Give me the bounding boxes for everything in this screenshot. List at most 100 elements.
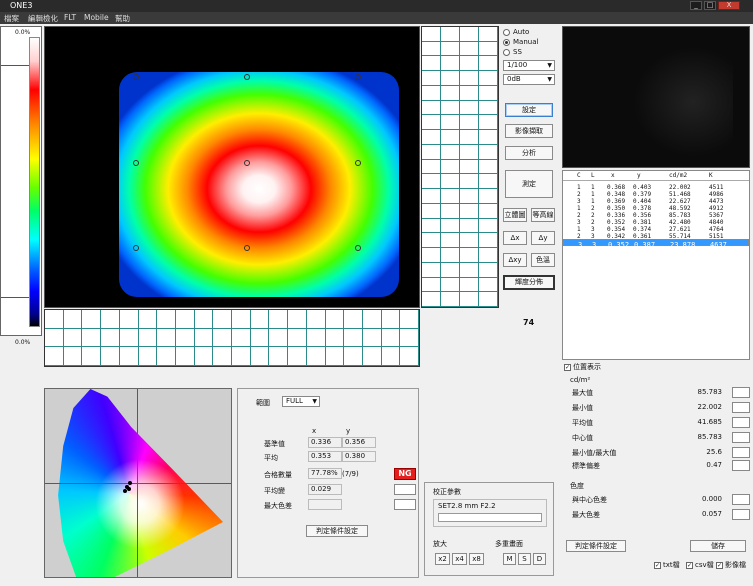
measure-point[interactable] xyxy=(133,74,139,80)
shutter-select[interactable]: 1/100 ▼ xyxy=(503,60,555,71)
grid-cell xyxy=(460,130,479,145)
close-button[interactable]: X xyxy=(718,1,740,10)
judge-settings-button[interactable]: 判定條件設定 xyxy=(566,540,626,552)
measure-point[interactable] xyxy=(244,74,250,80)
grid-cell xyxy=(479,41,498,57)
scale-gradient-bar xyxy=(29,37,40,327)
grid-cell xyxy=(175,310,195,329)
calibration-box: SET2.8 mm F2.2 xyxy=(433,499,547,527)
position-display-checkbox[interactable]: ✓ 位置表示 xyxy=(564,362,601,372)
grid-cell xyxy=(157,347,176,366)
measure-point[interactable] xyxy=(133,245,139,251)
reference-label: 基準值 xyxy=(264,440,285,448)
menu-flt[interactable]: FLT xyxy=(64,13,76,22)
table-row[interactable]: 3 1 0.369 0.404 22.627 4473 xyxy=(563,197,749,205)
chevron-down-icon: ▼ xyxy=(547,76,552,83)
measurement-table[interactable]: C L x y cd/m2 K 1 1 0.368 0.403 22.002 4511 2 1… xyxy=(562,170,750,360)
measure-point[interactable] xyxy=(355,160,361,166)
grid-cell xyxy=(441,100,460,116)
grid-cell xyxy=(441,218,460,234)
judge-settings-button[interactable]: 判定條件設定 xyxy=(306,525,368,537)
check-icon: ✓ xyxy=(716,561,723,569)
gain-select[interactable]: 0dB ▼ xyxy=(503,74,555,85)
menu-mobile[interactable]: Mobile xyxy=(84,13,109,22)
capture-image-button[interactable]: 影像擷取 xyxy=(505,124,553,138)
maximize-button[interactable]: □ xyxy=(704,1,716,10)
grid-cell xyxy=(441,174,460,190)
range-select[interactable]: FULL ▼ xyxy=(282,396,320,407)
settings-button[interactable]: 設定 xyxy=(505,103,553,117)
counter-value: 74 xyxy=(523,318,535,327)
image-checkbox[interactable]: ✓ 影像檔 xyxy=(716,560,746,570)
camera-image xyxy=(633,47,733,157)
measure-point[interactable] xyxy=(355,74,361,80)
save-button[interactable]: 儲存 xyxy=(690,540,746,552)
multi-d-button[interactable]: D xyxy=(533,553,546,565)
stat-indicator xyxy=(732,509,750,520)
delta-xy-button[interactable]: Δxy xyxy=(503,253,527,267)
grid-cell xyxy=(460,85,479,101)
table-row[interactable]: 1 3 0.354 0.374 27.621 4764 xyxy=(563,225,749,233)
txt-label: txt檔 xyxy=(663,561,680,569)
grid-cell xyxy=(63,328,83,348)
multi-m-button[interactable]: M xyxy=(503,553,516,565)
txt-checkbox[interactable]: ✓ txt檔 xyxy=(654,560,680,570)
grid-cell xyxy=(479,71,498,86)
menu-edit[interactable]: 編輯檢化 xyxy=(28,13,58,24)
delta-x-button[interactable]: Δx xyxy=(503,231,527,245)
table-row[interactable]: 3 2 0.352 0.381 42.480 4840 xyxy=(563,218,749,226)
mode-auto-radio[interactable]: Auto xyxy=(503,28,529,36)
grid-cell xyxy=(422,277,441,293)
table-row[interactable]: 1 1 0.368 0.403 22.002 4511 xyxy=(563,183,749,191)
luminance-distribution-button[interactable]: 輝度分佈 xyxy=(503,275,555,290)
calibration-input[interactable] xyxy=(438,513,542,522)
measure-point[interactable] xyxy=(244,245,250,251)
measure-button[interactable]: 測定 xyxy=(505,170,553,198)
stat-value-max: 85.783 xyxy=(697,388,723,396)
table-cell: 4637 xyxy=(710,241,727,249)
zoom-x2-button[interactable]: x2 xyxy=(435,553,450,565)
menu-file[interactable]: 檔案 xyxy=(4,13,19,24)
avg-diff-label: 平均變 xyxy=(264,487,285,495)
table-row[interactable]: 2 1 0.348 0.379 51.468 4986 xyxy=(563,190,749,198)
grid-cell xyxy=(157,310,176,329)
mode-manual-label: Manual xyxy=(513,38,539,46)
zoom-x8-button[interactable]: x8 xyxy=(469,553,484,565)
menu-help[interactable]: 幫助 xyxy=(115,13,130,24)
crosshair-horizontal xyxy=(45,483,231,484)
stat-label-max: 最大值 xyxy=(572,389,593,397)
zoom-x4-button[interactable]: x4 xyxy=(452,553,467,565)
mode-ss-radio[interactable]: SS xyxy=(503,48,522,56)
max-diff-label: 最大色差 xyxy=(264,502,292,510)
table-row[interactable]: 3 3 0.352 0.387 23.878 4637 xyxy=(563,239,749,249)
grid-cell xyxy=(479,159,498,175)
grid-cell xyxy=(441,277,460,293)
color-temp-button[interactable]: 色溫 xyxy=(531,253,555,267)
col-x: x xyxy=(611,172,615,179)
table-row[interactable]: 2 3 0.342 0.361 55.714 5151 xyxy=(563,232,749,240)
grid-cell xyxy=(479,292,498,307)
vertical-profile-grid xyxy=(421,26,499,308)
luminance-heatmap[interactable] xyxy=(44,26,420,308)
measure-point[interactable] xyxy=(244,160,250,166)
contour-button[interactable]: 等高線 xyxy=(531,208,555,222)
measure-point[interactable] xyxy=(133,160,139,166)
grid-cell xyxy=(381,328,401,348)
table-row[interactable]: 2 2 0.336 0.356 85.783 5367 xyxy=(563,211,749,219)
grid-cell xyxy=(157,328,176,348)
gain-value: 0dB xyxy=(507,75,521,83)
table-row[interactable]: 1 2 0.350 0.378 48.592 4912 xyxy=(563,204,749,212)
grid-cell xyxy=(460,292,479,307)
measure-point[interactable] xyxy=(355,245,361,251)
minimize-button[interactable]: _ xyxy=(690,1,702,10)
csv-checkbox[interactable]: ✓ csv檔 xyxy=(686,560,714,570)
stereo-button[interactable]: 立體圖 xyxy=(503,208,527,222)
analyze-button[interactable]: 分析 xyxy=(505,146,553,160)
table-cell: 3 xyxy=(592,241,597,249)
grid-cell xyxy=(441,189,460,204)
delta-y-button[interactable]: Δy xyxy=(531,231,555,245)
multi-s-button[interactable]: S xyxy=(518,553,531,565)
grid-cell xyxy=(381,347,401,366)
mode-manual-radio[interactable]: Manual xyxy=(503,38,538,46)
table-header: C L x y cd/m2 K xyxy=(563,171,749,181)
